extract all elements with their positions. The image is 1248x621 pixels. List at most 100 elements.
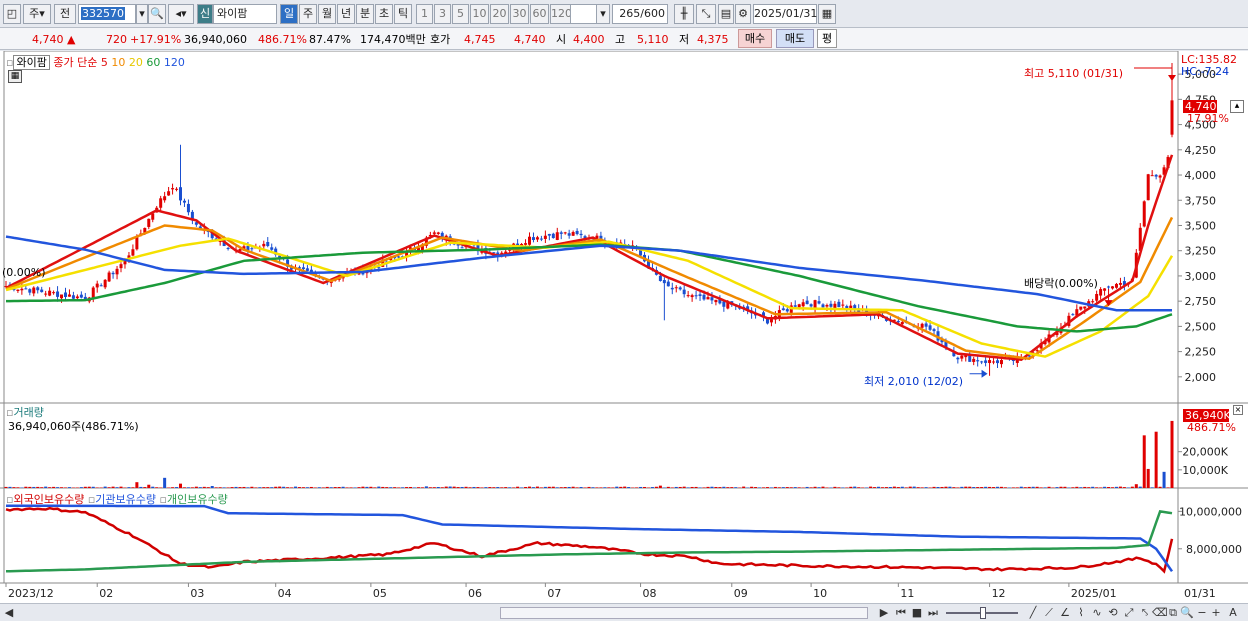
volume-bar: [948, 486, 952, 488]
code-dropdown-icon[interactable]: ▾: [136, 4, 148, 24]
interval-button-1[interactable]: 1: [416, 4, 433, 24]
volume-bar: [650, 487, 654, 488]
stock-code-input[interactable]: 332570: [78, 4, 136, 24]
scroll-right-icon[interactable]: ▶: [878, 606, 890, 620]
stop-icon[interactable]: ■: [910, 606, 924, 620]
volume-bar: [587, 486, 591, 488]
candle-body: [825, 305, 829, 307]
window-menu-icon[interactable]: ◰: [3, 4, 21, 24]
period-button-0[interactable]: 일: [280, 4, 298, 24]
interval-button-20[interactable]: 20: [490, 4, 509, 24]
zoom-slider-handle[interactable]: [980, 607, 986, 619]
period-button-1[interactable]: 주: [299, 4, 317, 24]
period-button-3[interactable]: 년: [337, 4, 355, 24]
prev-button[interactable]: 전: [54, 4, 76, 24]
high-annotation: 최고 5,110 (01/31): [1024, 67, 1124, 80]
volume-bar: [432, 487, 436, 488]
bottom-scrollbar[interactable]: ◀ ▶ ⏮ ■ ⏭ ╱ ⟋ ∠ ⌇ ∿ ⟲ ⤢ ⤣ ⌫ ⧉ 🔍 − + A: [0, 603, 1248, 621]
scroll-left-icon[interactable]: ◀: [3, 606, 15, 620]
volume-bar: [841, 487, 845, 488]
hold-tick-label: 10,000,000: [1179, 505, 1242, 518]
crosshair-icon[interactable]: ⤡: [696, 4, 716, 24]
candle-body: [135, 236, 139, 250]
count-field[interactable]: 265/600: [612, 4, 668, 24]
volume-bar: [777, 487, 781, 488]
period-button-4[interactable]: 분: [356, 4, 374, 24]
candle-body: [1099, 289, 1103, 296]
last-page-icon[interactable]: ⏭: [926, 606, 940, 620]
volume-close-icon[interactable]: ×: [1233, 405, 1243, 415]
candle-body: [226, 247, 230, 249]
date-input[interactable]: 2025/01/31: [753, 4, 817, 24]
volume-bar: [976, 487, 980, 488]
candle-body: [151, 213, 155, 220]
search-icon[interactable]: 🔍: [148, 4, 166, 24]
volume-bar: [714, 486, 718, 488]
volume-bar: [500, 487, 504, 488]
candle-icon[interactable]: ╫: [674, 4, 694, 24]
volume-bar: [928, 487, 932, 488]
draw-fibo-icon[interactable]: ⌇: [1074, 606, 1088, 620]
stock-name-field[interactable]: 와이팜: [213, 4, 277, 24]
zoom-icon[interactable]: 🔍: [1180, 606, 1194, 620]
volume-bar: [1122, 487, 1126, 488]
scroll-thumb[interactable]: [500, 607, 868, 619]
volume-bar: [674, 486, 678, 488]
candle-body: [36, 287, 40, 291]
eval-button[interactable]: 평: [817, 29, 837, 48]
candle-body: [179, 187, 183, 201]
volume-bar: [1015, 487, 1019, 488]
candle-body: [999, 360, 1003, 365]
y-tick-label: 2,500: [1185, 320, 1217, 333]
collapse-icon[interactable]: ▴: [1230, 100, 1244, 113]
x-end-label: 01/31: [1184, 587, 1216, 600]
chart-area[interactable]: 2,000 2,250 2,500 2,750 3,000 3,250 3,500 3,750…: [0, 50, 1248, 603]
table-icon[interactable]: ▦: [8, 70, 22, 83]
period-button-6[interactable]: 틱: [394, 4, 412, 24]
settings-icon[interactable]: ⚙: [735, 4, 751, 24]
ma20-label: 20: [128, 56, 143, 69]
zoom-out-icon[interactable]: −: [1196, 606, 1208, 620]
calendar-icon[interactable]: ▦: [818, 4, 836, 24]
chart-svg[interactable]: 2,000 2,250 2,500 2,750 3,000 3,250 3,500 3,750…: [0, 50, 1248, 603]
volume-bar: [595, 487, 599, 488]
draw-wave-icon[interactable]: ∿: [1090, 606, 1104, 620]
volume-bar: [1099, 487, 1103, 488]
sell-button[interactable]: 매도: [776, 29, 814, 48]
interval-button-3[interactable]: 3: [434, 4, 451, 24]
interval-button-30[interactable]: 30: [510, 4, 529, 24]
draw-arrow-icon[interactable]: ⤢: [1122, 606, 1136, 620]
zoom-in-icon[interactable]: +: [1210, 606, 1222, 620]
candle-body: [301, 267, 305, 270]
save-icon[interactable]: ▤: [718, 4, 734, 24]
interval-button-120[interactable]: 120: [550, 4, 572, 24]
copy-icon[interactable]: ⧉: [1166, 606, 1180, 620]
volume-bar: [163, 477, 167, 488]
market-mode-select[interactable]: 주▾: [23, 4, 51, 24]
draw-cycle-icon[interactable]: ⟲: [1106, 606, 1120, 620]
buy-button[interactable]: 매수: [738, 29, 772, 48]
draw-curve-icon[interactable]: ⤣: [1138, 606, 1152, 620]
interval-button-60[interactable]: 60: [530, 4, 549, 24]
draw-trend-icon[interactable]: ⟋: [1042, 606, 1056, 620]
x-tick-label: 2025/01: [1071, 587, 1117, 600]
interval-dropdown-icon[interactable]: ▾: [596, 4, 610, 24]
volume-ratio: 486.71%: [258, 33, 307, 46]
sound-icon[interactable]: ◂▾: [168, 4, 194, 24]
period-button-2[interactable]: 월: [318, 4, 336, 24]
interval-button-10[interactable]: 10: [470, 4, 489, 24]
volume-bar: [452, 486, 456, 488]
volume-bar: [539, 487, 543, 488]
high-label: 고: [615, 33, 626, 46]
candle-body: [305, 268, 309, 271]
font-size-icon[interactable]: A: [1226, 606, 1240, 620]
volume-bar: [171, 487, 175, 488]
volume-bar: [44, 486, 48, 488]
draw-angle-icon[interactable]: ∠: [1058, 606, 1072, 620]
first-page-icon[interactable]: ⏮: [894, 606, 908, 620]
volume-bar: [409, 486, 413, 488]
eraser-icon[interactable]: ⌫: [1152, 606, 1168, 620]
period-button-5[interactable]: 초: [375, 4, 393, 24]
interval-button-5[interactable]: 5: [452, 4, 469, 24]
draw-line-icon[interactable]: ╱: [1026, 606, 1040, 620]
